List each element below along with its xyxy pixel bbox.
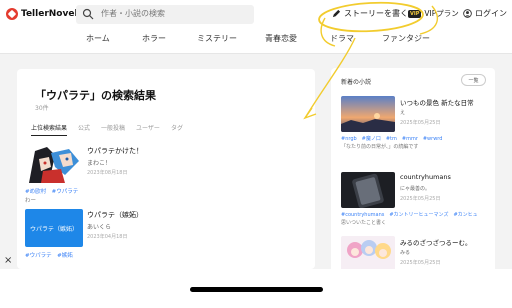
view-all-button[interactable]: 一覧	[461, 74, 486, 86]
novel-date: 2025年05月25日	[400, 120, 441, 126]
close-icon[interactable]: ×	[4, 255, 12, 266]
result-date: 2023年04月18日	[87, 234, 128, 240]
tab-official[interactable]: 公式	[78, 123, 90, 136]
novel-tags[interactable]: #nrgb #魔ノ口 #tm #mmr #wrwrd	[341, 135, 442, 142]
results-tabs: 上位検索結果 公式 一般投稿 ユーザー タグ	[31, 123, 183, 136]
write-story-button[interactable]: ストーリーを書く	[332, 8, 408, 19]
result-author[interactable]: あいくら	[87, 222, 111, 231]
nav-tab-mystery[interactable]: ミステリー	[197, 33, 237, 44]
anime-illustration-icon	[25, 145, 83, 183]
result-count: 30件	[35, 105, 49, 112]
novel-date: 2025年05月25日	[400, 196, 441, 202]
tab-top-results[interactable]: 上位検索結果	[31, 123, 68, 136]
novel-title[interactable]: countryhumans	[400, 173, 451, 181]
novel-title[interactable]: みるのざつざつるーむ。	[400, 237, 472, 247]
novel-thumbnail	[341, 172, 395, 208]
search-icon	[82, 8, 94, 20]
result-tags[interactable]: #ウパラテ #嫉妬	[25, 251, 73, 259]
result-title[interactable]: ウパラテ（嫉妬）	[87, 210, 143, 220]
search-input[interactable]: 作者・小説の検索	[101, 8, 165, 19]
write-story-label: ストーリーを書く	[344, 9, 408, 18]
novel-author[interactable]: みる	[400, 249, 410, 256]
nav-tab-youth-romance[interactable]: 青春恋愛	[265, 33, 297, 44]
novel-description: 「なたり前の日常が、」の続編です	[341, 144, 419, 150]
result-tags[interactable]: #め欧村 #ウパラテ	[25, 187, 78, 195]
phone-photo-icon	[341, 172, 395, 208]
page-title: 「ウパラテ」の検索結果	[35, 89, 156, 102]
nav-tab-home[interactable]: ホーム	[86, 33, 110, 44]
result-date: 2023年08月18日	[87, 170, 128, 176]
top-header: TellerNovel 作者・小説の検索 ストーリーを書く VIP VIPプラン…	[0, 0, 512, 54]
new-novels-title: 新着の小説	[341, 79, 372, 86]
vip-badge-icon: VIP	[408, 9, 422, 18]
vip-plan-label: VIPプラン	[424, 9, 459, 18]
bottom-browser-bar: ×	[0, 255, 512, 308]
login-label: ログイン	[475, 9, 507, 18]
new-novels-panel: 新着の小説 一覧 いつもの景色 新たな日常 え 2025年05月25日 #nrg…	[331, 68, 495, 276]
tab-tags[interactable]: タグ	[171, 123, 183, 136]
home-indicator[interactable]	[190, 287, 323, 292]
logo-text: TellerNovel	[21, 9, 78, 19]
novel-title[interactable]: いつもの景色 新たな日常	[400, 97, 474, 107]
anime-characters-icon	[341, 236, 395, 272]
result-item[interactable]: ウパラテ（嫉妬） ウパラテ（嫉妬） あいくら 2023年04月18日 #ウパラテ…	[25, 209, 305, 267]
logo-icon	[6, 8, 18, 20]
tab-users[interactable]: ユーザー	[136, 123, 160, 136]
result-author[interactable]: まわこ！	[87, 158, 111, 167]
novel-thumbnail	[341, 96, 395, 132]
result-title[interactable]: ウパラテかけた！	[87, 146, 143, 156]
search-bar[interactable]: 作者・小説の検索	[76, 5, 254, 24]
logo[interactable]: TellerNovel	[6, 8, 78, 20]
novel-tags[interactable]: #countryhumans #カントリーヒューマンズ #カンヒュ	[341, 211, 478, 218]
novel-author[interactable]: え	[400, 109, 405, 116]
vip-plan-button[interactable]: VIP VIPプラン	[408, 8, 459, 19]
tab-general[interactable]: 一般投稿	[101, 123, 125, 136]
novel-date: 2025年05月25日	[400, 260, 441, 266]
sunset-landscape-icon	[341, 96, 395, 132]
novel-author[interactable]: にゃ最善の。	[400, 185, 430, 192]
user-icon	[463, 9, 472, 18]
pencil-icon	[332, 9, 341, 18]
nav-tab-drama[interactable]: ドラマ	[330, 33, 354, 44]
search-results-panel: 「ウパラテ」の検索結果 30件 上位検索結果 公式 一般投稿 ユーザー タグ ウ…	[17, 69, 315, 269]
login-button[interactable]: ログイン	[463, 8, 507, 19]
nav-tab-horror[interactable]: ホラー	[142, 33, 166, 44]
result-item[interactable]: ウパラテかけた！ まわこ！ 2023年08月18日 #め欧村 #ウパラテ わー	[25, 145, 305, 204]
genre-nav: ホーム ホラー ミステリー 青春恋愛 ドラマ ファンタジー	[0, 33, 512, 47]
novel-thumbnail	[341, 236, 395, 272]
novel-description: 思いついたこと書く	[341, 220, 387, 226]
nav-tab-fantasy[interactable]: ファンタジー	[382, 33, 430, 44]
result-thumbnail	[25, 145, 83, 183]
result-thumbnail: ウパラテ（嫉妬）	[25, 209, 83, 247]
result-description: わー	[25, 198, 37, 204]
